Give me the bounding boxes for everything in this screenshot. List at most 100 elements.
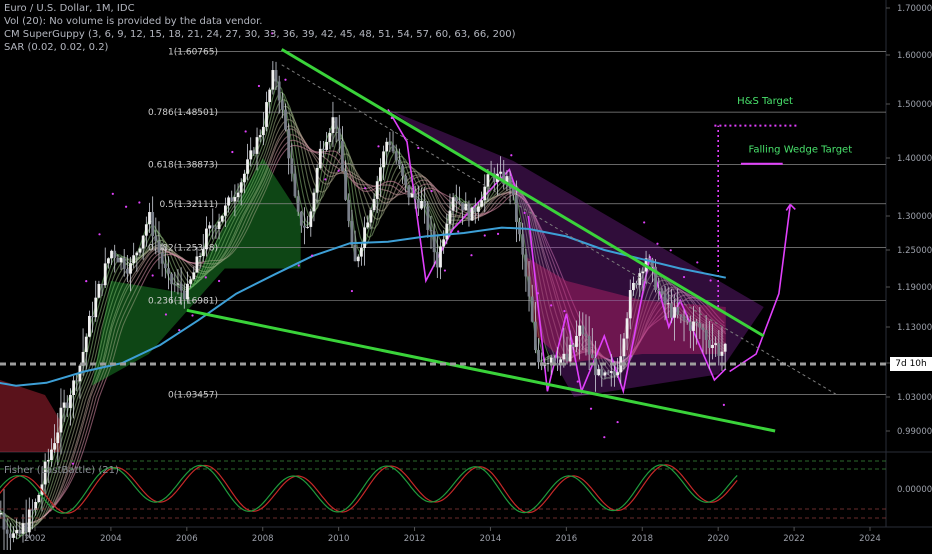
- candle-body: [606, 372, 610, 374]
- candle-body: [578, 325, 582, 336]
- fib-level-label: 0(1.03457): [168, 390, 218, 400]
- candle-body: [638, 273, 642, 286]
- candle-body: [552, 357, 556, 364]
- candle-body: [91, 315, 94, 318]
- fib-level-label: 0.618(1.38873): [148, 161, 218, 171]
- candle-body: [268, 89, 272, 103]
- price-axis: 0.990001.030001.090001.130001.190001.250…: [886, 4, 932, 437]
- candle-body: [182, 290, 186, 300]
- candle-body: [537, 350, 540, 363]
- candle-body: [486, 174, 490, 187]
- countdown-badge: 7d 10h: [890, 357, 932, 371]
- candle-body: [439, 246, 442, 268]
- candle-body: [110, 250, 113, 259]
- candle-body: [568, 344, 572, 362]
- candle-body: [480, 200, 483, 207]
- candle-body: [688, 321, 692, 331]
- candle-body: [129, 263, 132, 274]
- candle-body: [704, 330, 708, 340]
- candle-body: [144, 224, 148, 236]
- symbol-title: Euro / U.S. Dollar, 1M, IDC: [4, 3, 135, 14]
- candle-body: [657, 290, 661, 292]
- sar-dot: [430, 189, 433, 193]
- candle-body: [714, 343, 718, 345]
- sar-dot: [138, 201, 141, 204]
- sar-dot: [696, 261, 699, 264]
- sar-dot: [191, 314, 194, 317]
- price-tick-label: 1.30000: [897, 212, 932, 222]
- candle-body: [88, 315, 91, 337]
- target-label-0: H&S Target: [737, 96, 793, 107]
- candle-body: [192, 272, 196, 280]
- candle-body: [179, 283, 183, 291]
- candle-body: [224, 205, 227, 216]
- candle-body: [198, 256, 202, 258]
- candle-body: [62, 402, 66, 408]
- candle-body: [18, 530, 22, 534]
- candle-body: [2, 513, 6, 530]
- price-tick-label: 1.19000: [897, 283, 932, 293]
- candle-body: [590, 354, 594, 359]
- price-tick-label: 0.99000: [897, 427, 932, 437]
- sar-dot: [550, 304, 553, 307]
- candle-body: [597, 369, 601, 376]
- price-chart[interactable]: 1(1.60765) 0.786(1.48501) 0.618(1.38873) 0.…: [0, 0, 932, 554]
- candle-body: [711, 344, 714, 349]
- candle-body: [442, 239, 446, 247]
- time-tick-label: 2024: [859, 534, 881, 544]
- time-tick-label: 2008: [252, 534, 274, 544]
- sar-dot: [417, 146, 420, 150]
- candle-body: [404, 175, 408, 186]
- candle-body: [616, 372, 620, 376]
- sar-dot: [297, 264, 300, 267]
- candle-body: [287, 129, 291, 159]
- candle-body: [407, 185, 411, 198]
- candle-body: [318, 148, 322, 168]
- candle-body: [366, 222, 370, 228]
- candle-body: [97, 283, 101, 298]
- candle-body: [473, 207, 477, 212]
- candle-body: [331, 117, 335, 133]
- chart-root[interactable]: 1(1.60765) 0.786(1.48501) 0.618(1.38873) 0.…: [0, 0, 932, 554]
- candle-body: [186, 283, 189, 300]
- volume-legend: Vol (20): No volume is provided by the d…: [4, 16, 263, 27]
- fib-level-label: 1(1.60765): [168, 47, 218, 57]
- candle-body: [625, 318, 629, 339]
- candle-body: [378, 167, 382, 182]
- sar-dot: [616, 420, 619, 424]
- price-tick-label: 1.50000: [897, 100, 932, 110]
- candle-body: [600, 369, 604, 376]
- sar-dot: [217, 279, 221, 283]
- candle-body: [246, 159, 249, 174]
- candle-body: [391, 145, 395, 152]
- candle-body: [154, 236, 158, 241]
- candle-body: [341, 140, 344, 171]
- sar-dot: [682, 275, 686, 279]
- candle-body: [676, 307, 680, 315]
- candle-body: [299, 211, 303, 226]
- candle-body: [448, 210, 452, 224]
- candle-body: [562, 353, 566, 360]
- candle-body: [432, 231, 436, 253]
- candle-body: [363, 227, 366, 249]
- candle-body: [717, 343, 721, 356]
- candle-body: [322, 148, 325, 150]
- candle-body: [50, 449, 53, 460]
- candle-body: [707, 339, 711, 349]
- candle-body: [685, 320, 689, 322]
- candle-body: [524, 254, 528, 277]
- candle-body: [454, 197, 458, 202]
- candle-body: [692, 321, 695, 331]
- candle-body: [461, 202, 465, 211]
- candle-body: [195, 256, 199, 273]
- candle-body: [521, 234, 525, 255]
- candle-body: [151, 212, 155, 237]
- fisher-indicator: 0.00000: [0, 460, 932, 519]
- candle-body: [423, 201, 427, 207]
- sar-dot: [244, 130, 247, 133]
- sar-dot: [231, 150, 234, 154]
- candle-body: [527, 276, 531, 297]
- sar-dot: [470, 254, 473, 257]
- sar-dot: [178, 328, 181, 332]
- time-tick-label: 2006: [176, 534, 198, 544]
